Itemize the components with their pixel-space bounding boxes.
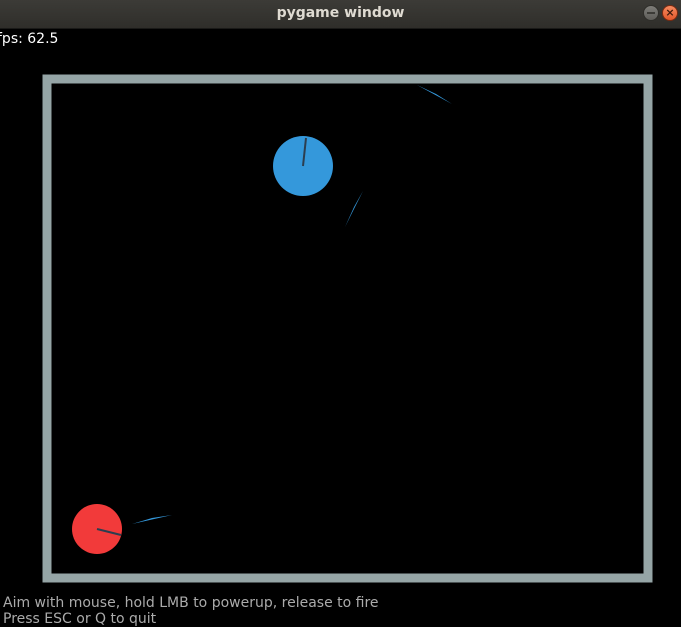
- instruction-aim: Aim with mouse, hold LMB to powerup, rel…: [3, 595, 379, 611]
- instruction-quit: Press ESC or Q to quit: [3, 611, 157, 627]
- arena-wall: [42, 74, 653, 583]
- projectile: [417, 85, 452, 104]
- pygame-window: pygame window × fps: 62.5 Aim with mouse…: [0, 0, 681, 627]
- fps-counter: fps: 62.5: [0, 31, 59, 47]
- game-canvas[interactable]: [0, 0, 681, 627]
- projectile: [132, 515, 172, 524]
- projectile: [345, 191, 363, 227]
